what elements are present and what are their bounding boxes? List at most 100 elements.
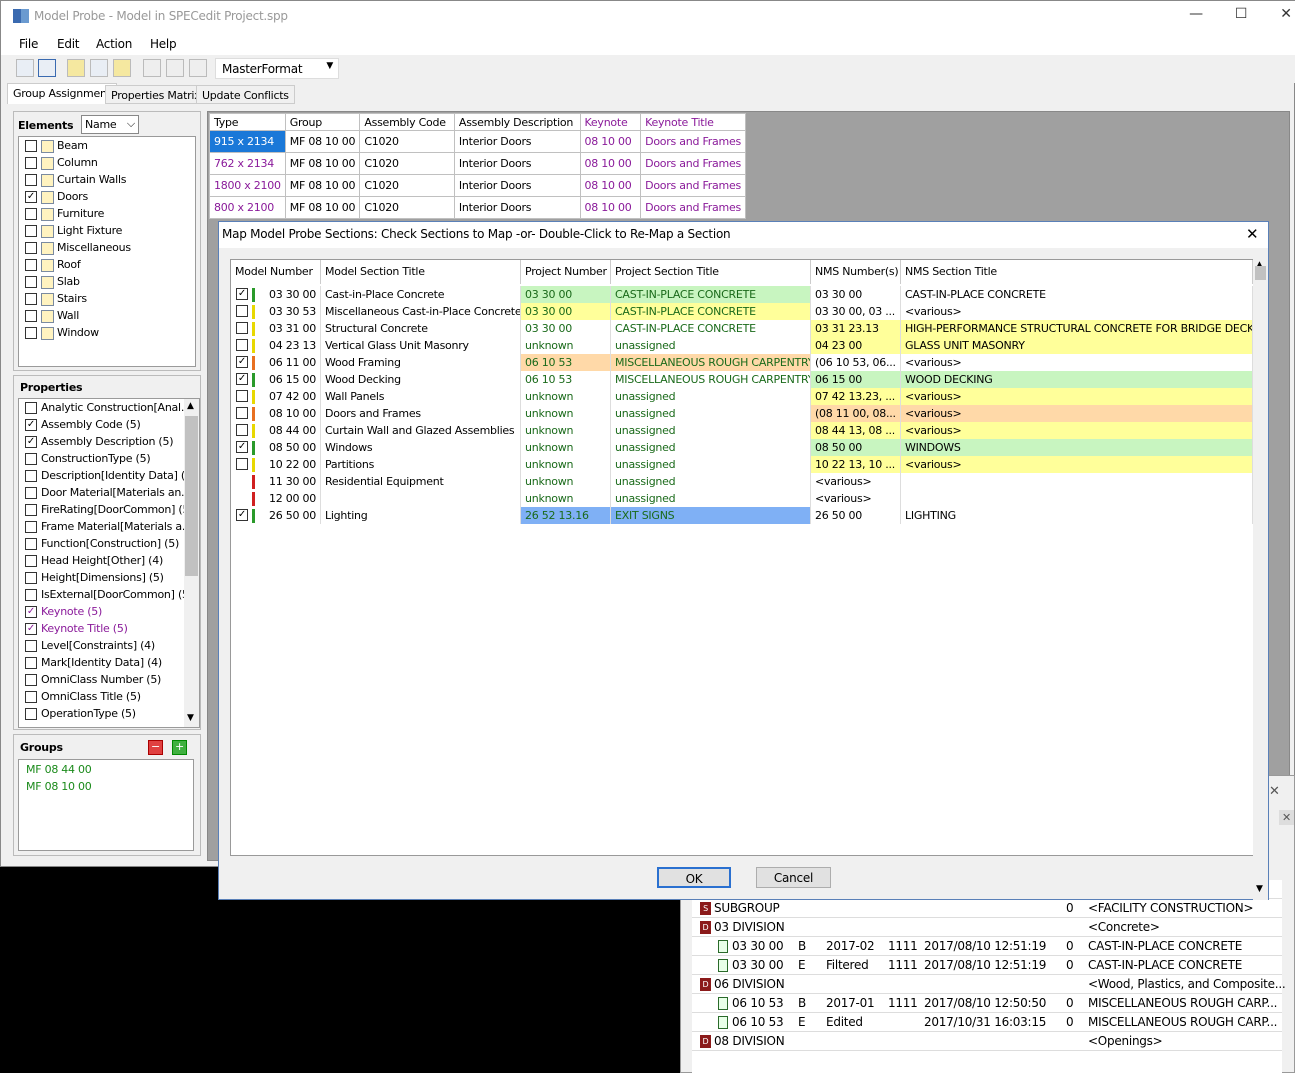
tab-group-assignment[interactable]: Group Assignment — [7, 83, 117, 104]
property-item[interactable]: ✓ Keynote (5) — [25, 605, 102, 622]
ok-button[interactable]: OK — [657, 867, 731, 888]
checkbox[interactable]: ✓ — [25, 191, 37, 203]
checkbox[interactable] — [25, 225, 37, 237]
checkbox[interactable]: ✓ — [25, 606, 37, 618]
maximize-icon[interactable]: ☐ — [1226, 6, 1256, 26]
property-item[interactable]: Frame Material[Materials a... — [25, 520, 192, 537]
element-item[interactable]: Curtain Walls — [25, 173, 127, 190]
checkbox[interactable]: ✓ — [236, 441, 248, 453]
section-row[interactable]: 10 22 00 Partitions unknown unassigned 10 22… — [231, 456, 1253, 473]
list-icon[interactable] — [189, 59, 207, 77]
group-item[interactable]: MF 08 44 00 — [26, 763, 92, 776]
checkbox[interactable] — [25, 208, 37, 220]
section-row[interactable]: 06 15 00 Wood Decking 06 10 53 MISCELLANEOU… — [231, 371, 1253, 388]
checkbox[interactable] — [25, 140, 37, 152]
checkbox[interactable]: ✓ — [236, 356, 248, 368]
property-item[interactable]: Function[Construction] (5) — [25, 537, 179, 554]
element-item[interactable]: Slab — [25, 275, 80, 292]
group-item[interactable]: MF 08 10 00 — [26, 780, 92, 793]
section-row[interactable]: 08 10 00 Doors and Frames unknown unassigne… — [231, 405, 1253, 422]
remove-group-icon[interactable]: − — [148, 740, 163, 755]
column-header[interactable]: Type — [209, 113, 286, 131]
elements-sort-select[interactable]: Name ⌵ — [81, 115, 139, 134]
column-header[interactable]: NMS Number(s) — [811, 260, 901, 284]
minimize-icon[interactable]: — — [1181, 6, 1211, 26]
column-header[interactable]: Assembly Description — [453, 113, 581, 131]
checkbox[interactable]: ✓ — [236, 288, 248, 300]
close-icon[interactable]: ✕ — [1246, 225, 1259, 243]
tab-update-conflicts[interactable]: Update Conflicts — [196, 85, 295, 104]
copy-icon[interactable] — [143, 59, 161, 77]
property-item[interactable]: ConstructionType (5) — [25, 452, 151, 469]
tree-row[interactable]: D 06 DIVISION <Wood, Plastics, and Composi… — [692, 975, 1286, 994]
checkbox[interactable]: ✓ — [25, 436, 37, 448]
format-select[interactable]: MasterFormat ▼ — [215, 58, 339, 79]
column-header[interactable]: Model Number — [231, 260, 321, 284]
export-icon[interactable] — [166, 59, 184, 77]
tree-row[interactable]: 03 30 00 B 2017-02 1111 2017/08/10 12:51:19 0… — [692, 937, 1282, 956]
property-item[interactable]: Door Material[Materials an... — [25, 486, 191, 503]
edit-icon[interactable] — [113, 59, 131, 77]
column-header[interactable]: Project Number — [521, 260, 611, 284]
checkbox[interactable] — [25, 276, 37, 288]
checkbox[interactable] — [25, 327, 37, 339]
table-row[interactable]: 762 x 2134 MF 08 10 00 C1020 Interior Doors… — [209, 152, 746, 175]
checkbox[interactable] — [25, 589, 37, 601]
table-row[interactable]: 800 x 2100 MF 08 10 00 C1020 Interior Doors… — [209, 196, 746, 219]
menu-help[interactable]: Help — [150, 37, 177, 51]
section-row[interactable]: 11 30 00 Residential Equipment unknown unas… — [231, 473, 1253, 490]
property-item[interactable]: ✓ Keynote Title (5) — [25, 622, 128, 639]
property-item[interactable]: IsExternal[DoorCommon] (5) — [25, 588, 193, 605]
column-header[interactable]: Project Section Title — [611, 260, 811, 284]
table-row[interactable]: 915 x 2134 MF 08 10 00 C1020 Interior Doors… — [209, 130, 746, 153]
checkbox[interactable]: ✓ — [236, 509, 248, 521]
tree-row[interactable]: S SUBGROUP 0 <FACILITY CONSTRUCTION> — [692, 899, 1282, 918]
property-item[interactable]: Mark[Identity Data] (4) — [25, 656, 162, 673]
property-item[interactable]: FireRating[DoorCommon] (5) — [25, 503, 194, 520]
tree-row[interactable]: D 03 DIVISION <Concrete> — [692, 918, 1282, 937]
save-icon[interactable] — [16, 59, 34, 77]
property-item[interactable]: ✓ Assembly Code (5) — [25, 418, 141, 435]
property-item[interactable]: Description[Identity Data] (1) — [25, 469, 196, 486]
gear-icon[interactable] — [90, 59, 108, 77]
scroll-up-icon[interactable]: ▲ — [187, 401, 194, 411]
checkbox[interactable] — [25, 504, 37, 516]
checkbox[interactable] — [25, 487, 37, 499]
tree-row[interactable]: 06 10 53 E Edited 2017/10/31 16:03:15 0 MISCE… — [692, 1013, 1282, 1032]
menu-action[interactable]: Action — [96, 37, 132, 51]
tree-row[interactable]: D 08 DIVISION <Openings> — [692, 1032, 1282, 1051]
section-row[interactable]: 26 50 00 Lighting 26 52 13.16 EXIT SIGNS 26 … — [231, 507, 1253, 524]
checkbox[interactable] — [25, 674, 37, 686]
checkbox[interactable] — [25, 521, 37, 533]
cancel-button[interactable]: Cancel — [756, 867, 831, 888]
column-header[interactable]: Group — [284, 113, 361, 131]
checkbox[interactable] — [25, 242, 37, 254]
add-group-icon[interactable]: + — [172, 740, 187, 755]
element-item[interactable]: Roof — [25, 258, 81, 275]
checkbox[interactable] — [25, 640, 37, 652]
section-row[interactable]: 12 00 00 unknown unassigned <various> — [231, 490, 1253, 507]
checkbox[interactable] — [25, 174, 37, 186]
property-item[interactable]: Head Height[Other] (4) — [25, 554, 163, 571]
checkbox[interactable] — [236, 339, 248, 351]
element-item[interactable]: Wall — [25, 309, 79, 326]
checkbox[interactable] — [25, 555, 37, 567]
table-row[interactable]: 1800 x 2100 MF 08 10 00 C1020 Interior Door… — [209, 174, 746, 197]
element-item[interactable]: Column — [25, 156, 98, 173]
section-row[interactable]: 08 50 00 Windows unknown unassigned 08 50 00… — [231, 439, 1253, 456]
close-icon[interactable]: ✕ — [1279, 810, 1294, 825]
tab-properties-matrix[interactable]: Properties Matrix — [105, 85, 207, 104]
element-item[interactable]: Stairs — [25, 292, 87, 309]
checkbox[interactable] — [25, 708, 37, 720]
checkbox[interactable] — [25, 310, 37, 322]
section-row[interactable]: 08 44 00 Curtain Wall and Glazed Assembli… — [231, 422, 1253, 439]
close-icon[interactable]: ✕ — [1269, 784, 1280, 799]
checkbox[interactable] — [236, 390, 248, 402]
checkbox[interactable]: ✓ — [25, 419, 37, 431]
checkbox[interactable] — [25, 657, 37, 669]
menu-file[interactable]: File — [19, 37, 38, 51]
menu-edit[interactable]: Edit — [57, 37, 80, 51]
checkbox[interactable] — [25, 453, 37, 465]
section-row[interactable]: 04 23 13 Vertical Glass Unit Masonry unkno… — [231, 337, 1253, 354]
scroll-thumb[interactable] — [1255, 266, 1266, 280]
